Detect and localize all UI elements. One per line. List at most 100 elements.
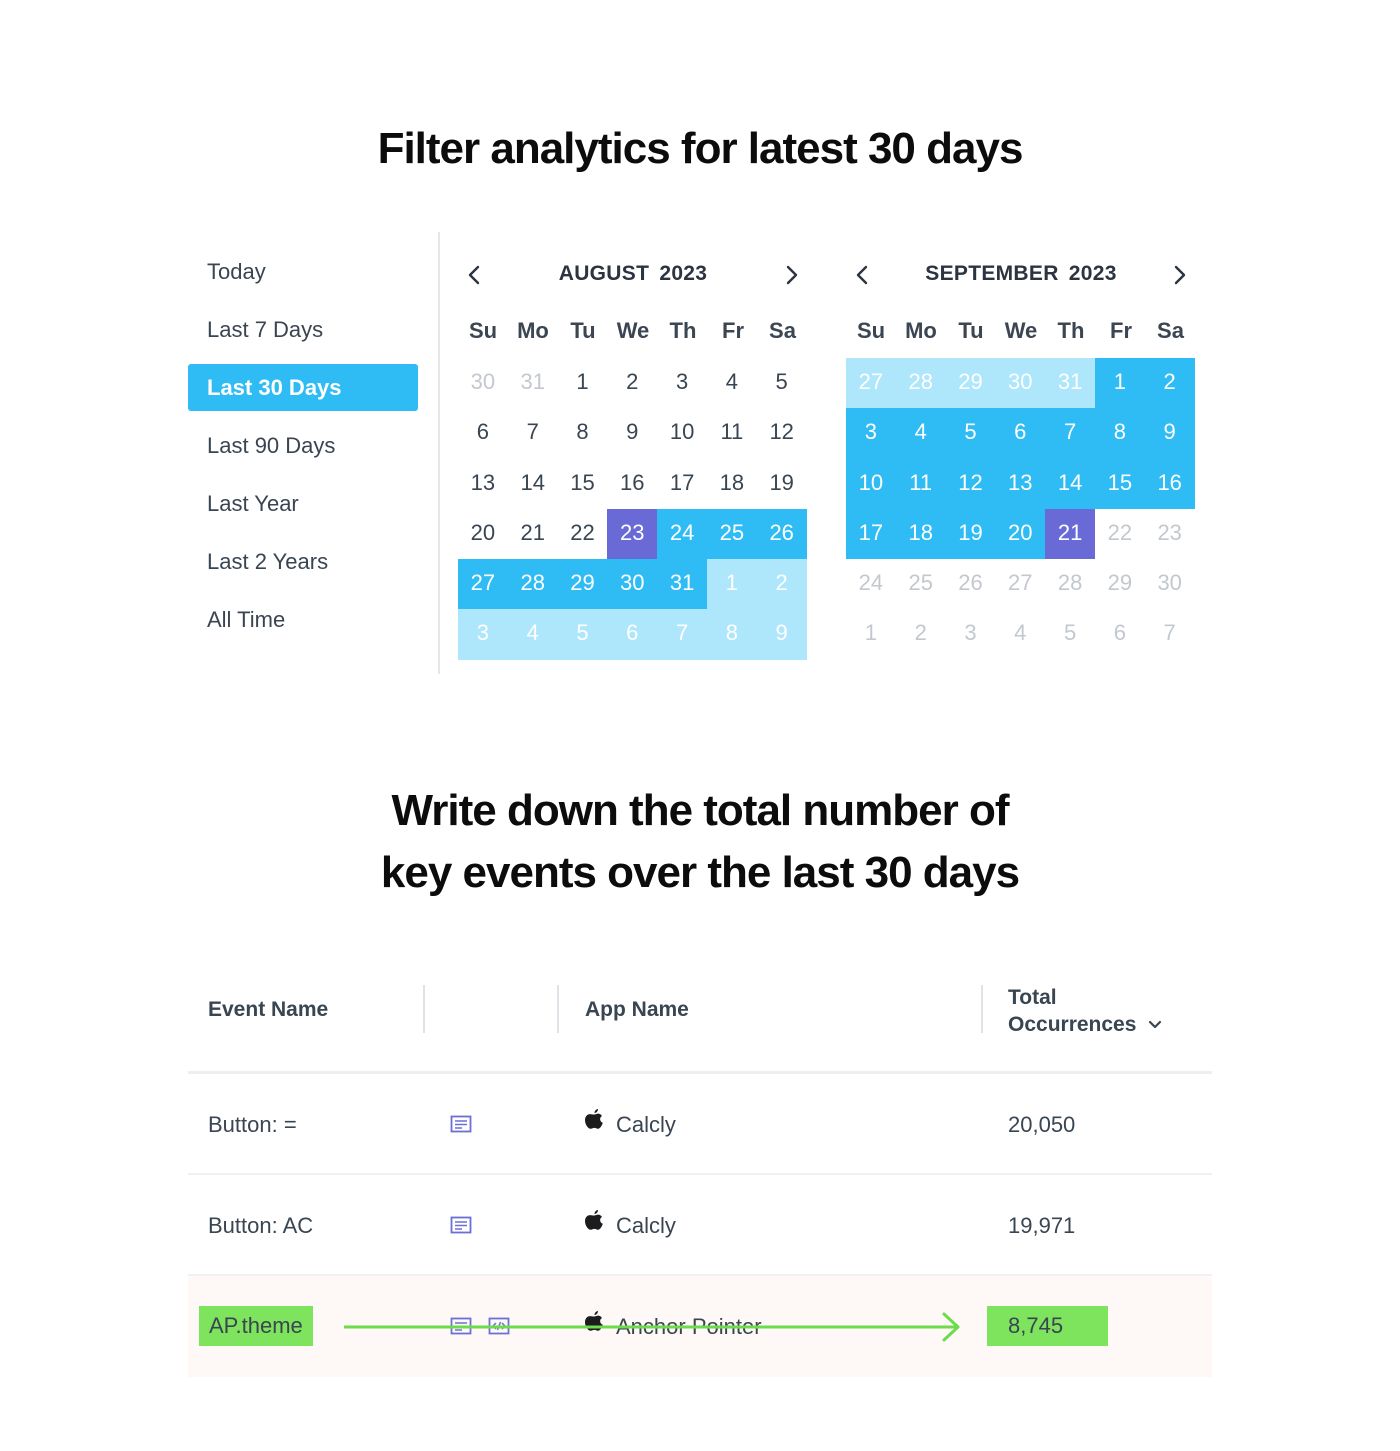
calendar-day[interactable]: 6 bbox=[1095, 609, 1145, 659]
calendar-day[interactable]: 25 bbox=[706, 508, 757, 560]
calendar-day[interactable]: 25 bbox=[896, 559, 946, 609]
calendar-day[interactable]: 4 bbox=[707, 358, 757, 408]
preset-last-year[interactable]: Last Year bbox=[188, 480, 418, 527]
calendar-day[interactable]: 24 bbox=[657, 508, 707, 560]
calendar-day[interactable]: 10 bbox=[846, 458, 896, 509]
calendar-day[interactable]: 13 bbox=[458, 459, 508, 509]
list-icon[interactable] bbox=[450, 1216, 472, 1234]
preset-all-time[interactable]: All Time bbox=[188, 596, 418, 643]
calendar-day[interactable]: 31 bbox=[1045, 358, 1095, 409]
column-header-event-name[interactable]: Event Name bbox=[208, 998, 328, 1022]
calendar-day[interactable]: 24 bbox=[846, 559, 896, 609]
calendar-day[interactable]: 15 bbox=[558, 459, 608, 509]
calendar-day[interactable]: 27 bbox=[995, 559, 1045, 609]
calendar-day[interactable]: 5 bbox=[557, 609, 608, 660]
calendar-day[interactable]: 8 bbox=[1094, 408, 1145, 459]
calendar-day[interactable]: 7 bbox=[657, 609, 707, 660]
calendar-day[interactable]: 3 bbox=[846, 408, 896, 459]
calendar-day[interactable]: 22 bbox=[558, 509, 608, 559]
calendar-day[interactable]: 27 bbox=[458, 559, 508, 610]
calendar-day[interactable]: 16 bbox=[1144, 458, 1195, 509]
column-header-total-occurrences[interactable]: Total Occurrences bbox=[1008, 984, 1162, 1038]
column-header-app-name[interactable]: App Name bbox=[585, 998, 689, 1022]
next-month-button[interactable] bbox=[774, 258, 808, 292]
calendar-day[interactable]: 30 bbox=[458, 358, 508, 408]
calendar-day[interactable]: 2 bbox=[1144, 358, 1195, 409]
calendar-day[interactable]: 11 bbox=[895, 458, 946, 509]
preset-last-7-days[interactable]: Last 7 Days bbox=[188, 306, 418, 353]
preset-last-30-days[interactable]: Last 30 Days bbox=[188, 364, 418, 411]
calendar-day[interactable]: 13 bbox=[995, 458, 1046, 509]
calendar-day[interactable]: 26 bbox=[756, 508, 807, 560]
calendar-day[interactable]: 1 bbox=[1094, 358, 1145, 409]
calendar-day[interactable]: 22 bbox=[1095, 509, 1145, 559]
calendar-day[interactable]: 3 bbox=[657, 358, 707, 408]
calendar-day[interactable]: 2 bbox=[896, 609, 946, 659]
calendar-day[interactable]: 6 bbox=[607, 609, 658, 660]
calendar-day[interactable]: 16 bbox=[607, 459, 657, 509]
calendar-day[interactable]: 31 bbox=[508, 358, 558, 408]
next-month-button[interactable] bbox=[1162, 258, 1196, 292]
calendar-day[interactable]: 4 bbox=[507, 609, 558, 660]
calendar-day[interactable]: 11 bbox=[707, 408, 757, 458]
calendar-day[interactable]: 7 bbox=[1045, 408, 1095, 459]
calendar-day[interactable]: 23 bbox=[1145, 509, 1195, 559]
calendar-day[interactable]: 30 bbox=[1145, 559, 1195, 609]
calendar-day[interactable]: 5 bbox=[757, 358, 807, 408]
table-row[interactable]: Button: = Calcly 20,050 bbox=[188, 1074, 1212, 1175]
calendar-day[interactable]: 6 bbox=[995, 408, 1046, 459]
calendar-day[interactable]: 2 bbox=[607, 358, 657, 408]
preset-last-2-years[interactable]: Last 2 Years bbox=[188, 538, 418, 585]
preset-today[interactable]: Today bbox=[188, 248, 418, 295]
calendar-day[interactable]: 4 bbox=[995, 609, 1045, 659]
preset-last-90-days[interactable]: Last 90 Days bbox=[188, 422, 418, 469]
calendar-day[interactable]: 27 bbox=[846, 358, 896, 409]
calendar-day[interactable]: 14 bbox=[1045, 458, 1095, 509]
calendar-day[interactable]: 28 bbox=[507, 559, 558, 610]
calendar-day[interactable]: 6 bbox=[458, 408, 508, 458]
calendar-day[interactable]: 29 bbox=[945, 358, 996, 409]
calendar-day[interactable]: 14 bbox=[508, 459, 558, 509]
calendar-day[interactable]: 3 bbox=[458, 609, 508, 660]
calendar-day[interactable]: 8 bbox=[558, 408, 608, 458]
calendar-day[interactable]: 1 bbox=[846, 609, 896, 659]
calendar-day[interactable]: 10 bbox=[657, 408, 707, 458]
calendar-day[interactable]: 28 bbox=[895, 358, 946, 409]
calendar-day[interactable]: 5 bbox=[945, 408, 996, 459]
calendar-day[interactable]: 23 bbox=[607, 508, 658, 560]
calendar-day[interactable]: 18 bbox=[895, 508, 946, 560]
calendar-day[interactable]: 4 bbox=[895, 408, 946, 459]
calendar-day[interactable]: 20 bbox=[995, 508, 1046, 560]
calendar-day[interactable]: 19 bbox=[945, 508, 996, 560]
calendar-day[interactable]: 2 bbox=[756, 559, 807, 610]
calendar-day[interactable]: 7 bbox=[508, 408, 558, 458]
calendar-day[interactable]: 3 bbox=[946, 609, 996, 659]
calendar-day[interactable]: 15 bbox=[1094, 458, 1145, 509]
calendar-day[interactable]: 18 bbox=[707, 459, 757, 509]
calendar-day[interactable]: 17 bbox=[846, 508, 896, 560]
calendar-day[interactable]: 30 bbox=[607, 559, 658, 610]
calendar-day[interactable]: 29 bbox=[557, 559, 608, 610]
chevron-down-icon[interactable] bbox=[1148, 1020, 1162, 1030]
calendar-day[interactable]: 9 bbox=[1144, 408, 1195, 459]
calendar-day[interactable]: 7 bbox=[1145, 609, 1195, 659]
calendar-day[interactable]: 9 bbox=[756, 609, 807, 660]
table-row-highlighted[interactable]: AP.theme Anchor Pointer 8,745 bbox=[188, 1276, 1212, 1377]
calendar-day[interactable]: 1 bbox=[558, 358, 608, 408]
calendar-day[interactable]: 12 bbox=[757, 408, 807, 458]
calendar-day[interactable]: 26 bbox=[946, 559, 996, 609]
calendar-day[interactable]: 17 bbox=[657, 459, 707, 509]
calendar-day[interactable]: 21 bbox=[1045, 508, 1095, 560]
calendar-day[interactable]: 20 bbox=[458, 509, 508, 559]
calendar-day[interactable]: 12 bbox=[945, 458, 996, 509]
calendar-day[interactable]: 29 bbox=[1095, 559, 1145, 609]
calendar-day[interactable]: 5 bbox=[1045, 609, 1095, 659]
list-icon[interactable] bbox=[450, 1115, 472, 1133]
calendar-day[interactable]: 28 bbox=[1045, 559, 1095, 609]
calendar-day[interactable]: 31 bbox=[657, 559, 707, 610]
calendar-day[interactable]: 19 bbox=[757, 459, 807, 509]
calendar-day[interactable]: 21 bbox=[508, 509, 558, 559]
calendar-day[interactable]: 8 bbox=[706, 609, 757, 660]
calendar-day[interactable]: 30 bbox=[995, 358, 1046, 409]
table-row[interactable]: Button: AC Calcly 19,971 bbox=[188, 1175, 1212, 1276]
